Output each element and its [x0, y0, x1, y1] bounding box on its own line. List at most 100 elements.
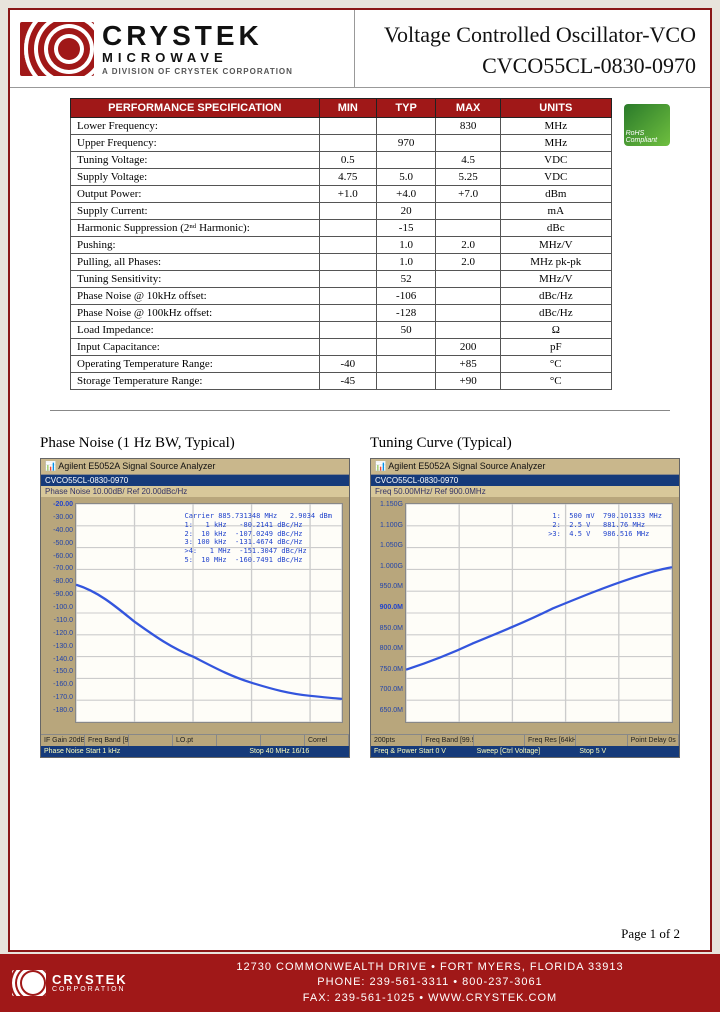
table-row: Load Impedance:50Ω — [71, 322, 612, 339]
spec-max — [436, 288, 501, 305]
logo-main: CRYSTEK — [102, 22, 293, 50]
table-row: Storage Temperature Range:-45+90°C — [71, 373, 612, 390]
col-min: MIN — [319, 99, 376, 118]
table-row: Tuning Sensitivity:52MHz/V — [71, 271, 612, 288]
footer-line3: FAX: 239-561-1025 • WWW.CRYSTEK.COM — [152, 991, 708, 1006]
spec-units: VDC — [500, 152, 611, 169]
spec-typ — [376, 356, 435, 373]
spec-typ: 970 — [376, 135, 435, 152]
spec-label: Load Impedance: — [71, 322, 320, 339]
phase-noise-title: Phase Noise (1 Hz BW, Typical) — [40, 435, 350, 452]
spec-typ: -15 — [376, 220, 435, 237]
charts-row: Phase Noise (1 Hz BW, Typical) 📊 Agilent… — [10, 425, 710, 768]
crystek-logo-icon — [20, 22, 94, 76]
footer-line2: PHONE: 239-561-3311 • 800-237-3061 — [152, 975, 708, 990]
analyzer-title: 📊 Agilent E5052A Signal Source Analyzer — [41, 459, 349, 475]
spec-label: Tuning Sensitivity: — [71, 271, 320, 288]
spec-units: mA — [500, 203, 611, 220]
marker-readout: 1: 500 mV 790.101333 MHz 2: 2.5 V 881.76… — [548, 512, 662, 538]
spec-min: +1.0 — [319, 186, 376, 203]
spec-units: MHz — [500, 118, 611, 135]
spec-typ: 1.0 — [376, 254, 435, 271]
spec-max — [436, 220, 501, 237]
spec-label: Phase Noise @ 10kHz offset: — [71, 288, 320, 305]
spec-max: +7.0 — [436, 186, 501, 203]
title-line2: CVCO55CL-0830-0970 — [369, 51, 696, 82]
footer: CRYSTEK CORPORATION 12730 COMMONWEALTH D… — [0, 954, 720, 1012]
logo-sub: MICROWAVE — [102, 50, 293, 65]
spec-min: -40 — [319, 356, 376, 373]
col-typ: TYP — [376, 99, 435, 118]
spec-units: VDC — [500, 169, 611, 186]
spec-min — [319, 271, 376, 288]
spec-min — [319, 339, 376, 356]
spec-label: Pulling, all Phases: — [71, 254, 320, 271]
doc-title: Voltage Controlled Oscillator-VCO CVCO55… — [355, 10, 710, 87]
table-row: Pushing:1.02.0MHz/V — [71, 237, 612, 254]
spec-max: 830 — [436, 118, 501, 135]
analyzer-strip2: Phase Noise Start 1 kHzStop 40 MHz 16/16 — [41, 746, 349, 757]
plot-wrap: -20.00-30.00-40.00-50.00-60.00-70.00-80.… — [41, 497, 349, 734]
spec-max: 200 — [436, 339, 501, 356]
header: CRYSTEK MICROWAVE A DIVISION OF CRYSTEK … — [10, 10, 710, 88]
device-label: CVCO55CL-0830-0970 — [41, 475, 349, 486]
spec-max — [436, 271, 501, 288]
spec-label: Output Power: — [71, 186, 320, 203]
spec-min — [319, 203, 376, 220]
col-max: MAX — [436, 99, 501, 118]
spec-label: Supply Current: — [71, 203, 320, 220]
analyzer-strip: IF Gain 20dBFreq Band [99.9M-1.5G]LO.ptC… — [41, 734, 349, 746]
spec-label: Storage Temperature Range: — [71, 373, 320, 390]
spec-max: 4.5 — [436, 152, 501, 169]
spec-min — [319, 305, 376, 322]
logo-text: CRYSTEK MICROWAVE A DIVISION OF CRYSTEK … — [102, 22, 293, 76]
spec-min — [319, 118, 376, 135]
analyzer-title: 📊 Agilent E5052A Signal Source Analyzer — [371, 459, 679, 475]
spec-min: 0.5 — [319, 152, 376, 169]
marker-readout: Carrier 885.731348 MHz 2.9034 dBm 1: 1 k… — [184, 512, 332, 565]
spec-units: dBm — [500, 186, 611, 203]
analyzer-strip: 200ptsFreq Band [99.9M-1.5G]Freq Res [64… — [371, 734, 679, 746]
tuning-curve-title: Tuning Curve (Typical) — [370, 435, 680, 452]
spec-label: Phase Noise @ 100kHz offset: — [71, 305, 320, 322]
device-label: CVCO55CL-0830-0970 — [371, 475, 679, 486]
spec-min — [319, 254, 376, 271]
spec-units: MHz — [500, 135, 611, 152]
spec-area: PERFORMANCE SPECIFICATION MIN TYP MAX UN… — [10, 88, 710, 396]
spec-typ: -128 — [376, 305, 435, 322]
plot-wrap: 1.150G1.100G1.050G1.000G950.0M900.0M850.… — [371, 497, 679, 734]
phase-noise-plot: Carrier 885.731348 MHz 2.9034 dBm 1: 1 k… — [75, 503, 343, 723]
spec-typ — [376, 373, 435, 390]
analyzer-strip2: Freq & Power Start 0 VSweep [Ctrl Voltag… — [371, 746, 679, 757]
y-axis-labels: -20.00-30.00-40.00-50.00-60.00-70.00-80.… — [43, 501, 73, 714]
phase-noise-panel: Phase Noise (1 Hz BW, Typical) 📊 Agilent… — [40, 435, 350, 758]
spec-label: Input Capacitance: — [71, 339, 320, 356]
spec-max: 2.0 — [436, 254, 501, 271]
spec-units: dBc — [500, 220, 611, 237]
spec-min — [319, 322, 376, 339]
spec-typ: 52 — [376, 271, 435, 288]
spec-max: 2.0 — [436, 237, 501, 254]
logo-box: CRYSTEK MICROWAVE A DIVISION OF CRYSTEK … — [10, 10, 355, 87]
crystek-logo-icon — [12, 970, 46, 996]
meas-label: Phase Noise 10.00dB/ Ref 20.00dBc/Hz — [41, 486, 349, 497]
table-row: Pulling, all Phases: 1.02.0MHz pk-pk — [71, 254, 612, 271]
spec-max — [436, 322, 501, 339]
table-row: Input Capacitance:200pF — [71, 339, 612, 356]
spec-max: +90 — [436, 373, 501, 390]
table-row: Harmonic Suppression (2ⁿᵈ Harmonic): -15 d… — [71, 220, 612, 237]
table-row: Tuning Voltage:0.54.5VDC — [71, 152, 612, 169]
spec-typ: -106 — [376, 288, 435, 305]
spec-label: Harmonic Suppression (2ⁿᵈ Harmonic): — [71, 220, 320, 237]
spec-label: Upper Frequency: — [71, 135, 320, 152]
footer-logo-main: CRYSTEK — [52, 973, 128, 986]
spec-units: MHz pk-pk — [500, 254, 611, 271]
logo-tagline: A DIVISION OF CRYSTEK CORPORATION — [102, 67, 293, 76]
spec-label: Supply Voltage: — [71, 169, 320, 186]
footer-info: 12730 COMMONWEALTH DRIVE • FORT MYERS, F… — [152, 960, 708, 1006]
table-row: Supply Current:20mA — [71, 203, 612, 220]
spec-units: MHz/V — [500, 237, 611, 254]
tuning-curve-analyzer: 📊 Agilent E5052A Signal Source Analyzer … — [370, 458, 680, 758]
tuning-curve-plot: 1: 500 mV 790.101333 MHz 2: 2.5 V 881.76… — [405, 503, 673, 723]
y-axis-labels: 1.150G1.100G1.050G1.000G950.0M900.0M850.… — [373, 501, 403, 714]
